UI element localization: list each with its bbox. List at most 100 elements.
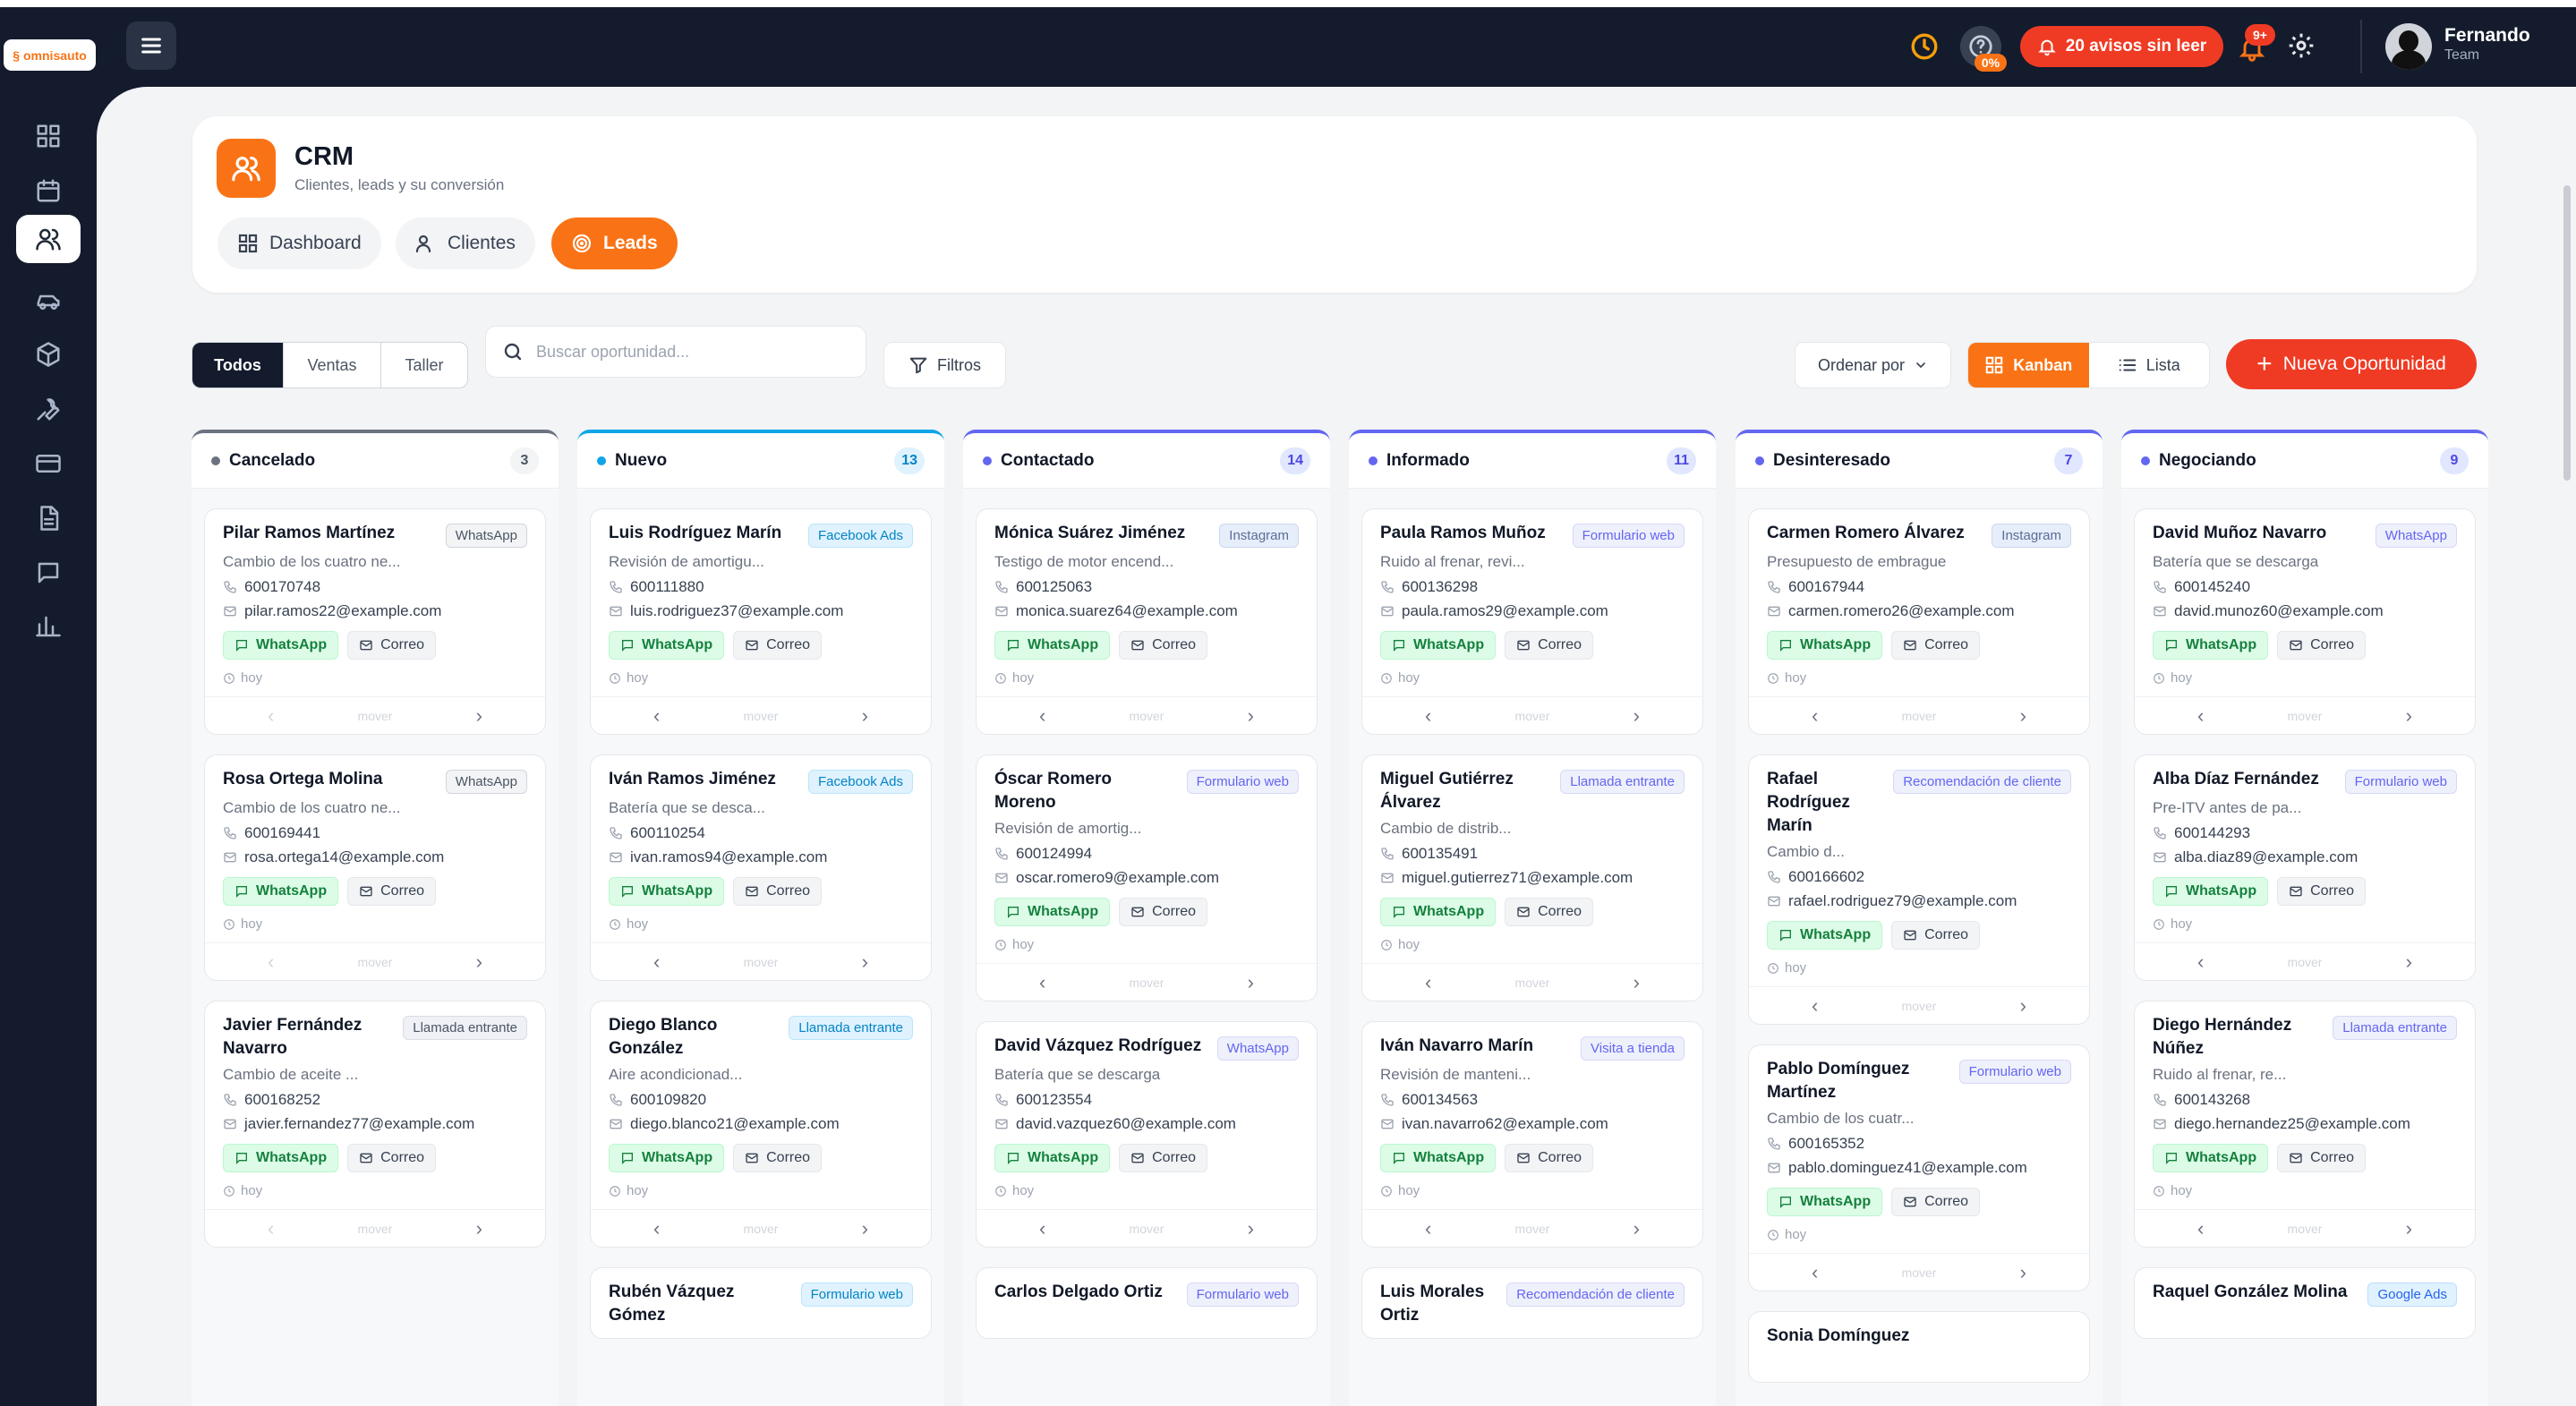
move-left-button[interactable]: ‹ [1812, 994, 1818, 1018]
whatsapp-button[interactable]: WhatsApp [994, 1144, 1111, 1172]
lead-card[interactable]: Mónica Suárez Jiménez Instagram Testigo de… [976, 508, 1318, 735]
avatar[interactable] [2385, 23, 2432, 70]
whatsapp-button[interactable]: WhatsApp [1380, 898, 1497, 926]
move-left-button[interactable]: ‹ [1812, 1261, 1818, 1284]
lead-card[interactable]: Rosa Ortega Molina WhatsApp Cambio de los … [204, 754, 546, 981]
order-dropdown[interactable]: Ordenar por [1795, 342, 1951, 388]
email-button[interactable]: Correo [1891, 1188, 1981, 1216]
move-left-button[interactable]: ‹ [2197, 950, 2204, 974]
sidebar-item-documents[interactable] [16, 494, 81, 542]
move-right-button[interactable]: › [476, 950, 482, 974]
move-left-button[interactable]: ‹ [1812, 704, 1818, 728]
lead-card[interactable]: David Muñoz Navarro WhatsApp Batería que s… [2134, 508, 2476, 735]
email-button[interactable]: Correo [1891, 631, 1981, 660]
tab-leads[interactable]: Leads [551, 217, 678, 269]
lead-card[interactable]: Sonia Domínguez [1748, 1311, 2090, 1383]
new-opportunity-button[interactable]: + Nueva Oportunidad [2226, 339, 2477, 389]
move-left-button[interactable]: ‹ [268, 704, 274, 728]
segment-taller[interactable]: Taller [381, 343, 467, 388]
sidebar-item-vehicles[interactable] [16, 277, 81, 325]
move-left-button[interactable]: ‹ [1039, 704, 1045, 728]
whatsapp-button[interactable]: WhatsApp [609, 877, 725, 906]
email-button[interactable]: Correo [2277, 1144, 2367, 1172]
whatsapp-button[interactable]: WhatsApp [223, 877, 339, 906]
email-button[interactable]: Correo [1505, 898, 1594, 926]
move-right-button[interactable]: › [862, 704, 868, 728]
move-left-button[interactable]: ‹ [2197, 704, 2204, 728]
email-button[interactable]: Correo [347, 877, 437, 906]
email-button[interactable]: Correo [1119, 631, 1208, 660]
whatsapp-button[interactable]: WhatsApp [1767, 1188, 1883, 1216]
lead-card[interactable]: Carmen Romero Álvarez Instagram Presupuest… [1748, 508, 2090, 735]
move-left-button[interactable]: ‹ [653, 950, 660, 974]
move-left-button[interactable]: ‹ [2197, 1217, 2204, 1240]
lead-card[interactable]: Rubén Vázquez Gómez Formulario web [590, 1267, 932, 1339]
lead-card[interactable]: Pilar Ramos Martínez WhatsApp Cambio de lo… [204, 508, 546, 735]
move-right-button[interactable]: › [476, 704, 482, 728]
email-button[interactable]: Correo [1119, 898, 1208, 926]
unread-alerts-button[interactable]: 20 avisos sin leer [2020, 26, 2223, 67]
move-right-button[interactable]: › [476, 1217, 482, 1240]
whatsapp-button[interactable]: WhatsApp [994, 898, 1111, 926]
move-right-button[interactable]: › [1633, 971, 1640, 994]
move-left-button[interactable]: ‹ [653, 704, 660, 728]
move-right-button[interactable]: › [1633, 1217, 1640, 1240]
lead-card[interactable]: Iván Ramos Jiménez Facebook Ads Batería qu… [590, 754, 932, 981]
lead-card[interactable]: Luis Rodríguez Marín Facebook Ads Revisión… [590, 508, 932, 735]
move-left-button[interactable]: ‹ [1425, 704, 1431, 728]
whatsapp-button[interactable]: WhatsApp [1380, 1144, 1497, 1172]
move-right-button[interactable]: › [862, 950, 868, 974]
segment-todos[interactable]: Todos [192, 343, 284, 388]
lead-card[interactable]: Carlos Delgado Ortiz Formulario web [976, 1267, 1318, 1339]
lead-card[interactable]: Javier Fernández Navarro Llamada entrante… [204, 1001, 546, 1248]
move-right-button[interactable]: › [1248, 704, 1254, 728]
whatsapp-button[interactable]: WhatsApp [609, 1144, 725, 1172]
move-left-button[interactable]: ‹ [653, 1217, 660, 1240]
app-logo[interactable]: § omnisauto [4, 39, 96, 71]
email-button[interactable]: Correo [1119, 1144, 1208, 1172]
lead-card[interactable]: Pablo Domínguez Martínez Formulario web Ca… [1748, 1044, 2090, 1291]
email-button[interactable]: Correo [347, 1144, 437, 1172]
lead-card[interactable]: David Vázquez Rodríguez WhatsApp Batería q… [976, 1021, 1318, 1248]
tab-clientes[interactable]: Clientes [396, 217, 535, 269]
move-left-button[interactable]: ‹ [268, 1217, 274, 1240]
email-button[interactable]: Correo [1505, 1144, 1594, 1172]
sidebar-item-reports[interactable] [16, 602, 81, 651]
move-left-button[interactable]: ‹ [1425, 971, 1431, 994]
whatsapp-button[interactable]: WhatsApp [609, 631, 725, 660]
move-right-button[interactable]: › [2406, 704, 2412, 728]
move-right-button[interactable]: › [2020, 704, 2026, 728]
move-left-button[interactable]: ‹ [1039, 971, 1045, 994]
filters-button[interactable]: Filtros [883, 342, 1006, 388]
move-right-button[interactable]: › [1248, 1217, 1254, 1240]
clock-button[interactable] [1909, 31, 1940, 62]
lead-card[interactable]: Paula Ramos Muñoz Formulario web Ruido al … [1361, 508, 1703, 735]
whatsapp-button[interactable]: WhatsApp [1767, 921, 1883, 950]
move-right-button[interactable]: › [1633, 704, 1640, 728]
whatsapp-button[interactable]: WhatsApp [2153, 631, 2269, 660]
lead-card[interactable]: Raquel González Molina Google Ads [2134, 1267, 2476, 1339]
email-button[interactable]: Correo [347, 631, 437, 660]
lead-card[interactable]: Diego Hernández Núñez Llamada entrante Rui… [2134, 1001, 2476, 1248]
sidebar-item-billing[interactable] [16, 439, 81, 488]
search-input[interactable] [536, 342, 832, 362]
lead-card[interactable]: Óscar Romero Moreno Formulario web Revisió… [976, 754, 1318, 1001]
lead-card[interactable]: Luis Morales Ortiz Recomendación de clien… [1361, 1267, 1703, 1339]
sidebar-item-inventory[interactable] [16, 330, 81, 379]
whatsapp-button[interactable]: WhatsApp [1380, 631, 1497, 660]
settings-button[interactable] [2287, 31, 2317, 62]
email-button[interactable]: Correo [1505, 631, 1594, 660]
move-right-button[interactable]: › [2020, 994, 2026, 1018]
menu-toggle-button[interactable] [126, 21, 176, 70]
whatsapp-button[interactable]: WhatsApp [223, 1144, 339, 1172]
move-right-button[interactable]: › [2406, 950, 2412, 974]
whatsapp-button[interactable]: WhatsApp [1767, 631, 1883, 660]
lead-card[interactable]: Diego Blanco González Llamada entrante Air… [590, 1001, 932, 1248]
whatsapp-button[interactable]: WhatsApp [2153, 1144, 2269, 1172]
email-button[interactable]: Correo [733, 877, 823, 906]
segment-ventas[interactable]: Ventas [284, 343, 381, 388]
sidebar-item-calendar[interactable] [16, 166, 81, 215]
lead-card[interactable]: Iván Navarro Marín Visita a tienda Revisió… [1361, 1021, 1703, 1248]
lead-card[interactable]: Rafael Rodríguez Marín Recomendación de c… [1748, 754, 2090, 1025]
move-right-button[interactable]: › [862, 1217, 868, 1240]
